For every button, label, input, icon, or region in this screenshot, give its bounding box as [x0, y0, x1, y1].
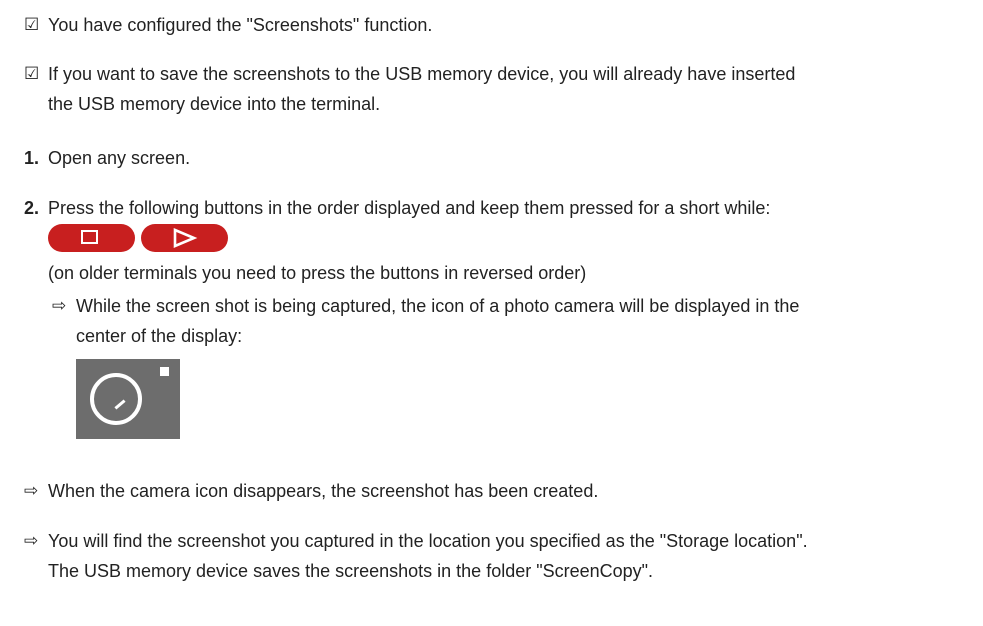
prerequisite-item: ☑ If you want to save the screenshots to… — [24, 59, 795, 119]
camera-flash — [160, 367, 169, 376]
result-item: ⇨ When the camera icon disappears, the s… — [24, 476, 598, 506]
step-item: 1. Open any screen. — [24, 143, 190, 173]
prerequisite-text: You have configured the "Screenshots" fu… — [48, 10, 432, 40]
step-result-line: center of the display: — [76, 326, 243, 346]
result-line: When the camera icon disappears, the scr… — [48, 481, 599, 501]
step-result-text: While the screen shot is being captured,… — [76, 291, 799, 439]
step-text: Open any screen. — [48, 143, 190, 173]
step-number: 2. — [24, 198, 40, 218]
result-line: You will find the screenshot you capture… — [48, 531, 808, 551]
square-icon — [81, 230, 98, 244]
stop-key-icon — [48, 224, 135, 252]
camera-lens — [90, 373, 142, 425]
checkbox-icon: ☑ — [24, 15, 40, 34]
result-text: You will find the screenshot you capture… — [48, 526, 808, 586]
result-item: ⇨ You will find the screenshot you captu… — [24, 526, 808, 586]
play-key-icon — [141, 224, 228, 252]
reverse-order-note: (on older terminals you need to press th… — [48, 263, 587, 283]
prerequisite-item: ☑ You have configured the "Screenshots" … — [24, 10, 432, 40]
camera-icon — [76, 359, 180, 439]
prerequisite-line: If you want to save the screenshots to t… — [48, 64, 796, 84]
prerequisite-text: If you want to save the screenshots to t… — [48, 59, 795, 119]
step-result-line: While the screen shot is being captured,… — [76, 296, 800, 316]
play-triangle-icon — [173, 228, 198, 248]
step-result: ⇨ While the screen shot is being capture… — [52, 291, 799, 439]
checkbox-icon: ☑ — [24, 64, 40, 83]
step-line: Press the following buttons in the order… — [48, 198, 771, 218]
step-number: 1. — [24, 148, 40, 168]
result-arrow-icon: ⇨ — [52, 296, 67, 315]
step-line: Open any screen. — [48, 148, 191, 168]
result-arrow-icon: ⇨ — [24, 531, 39, 550]
button-sequence — [48, 224, 799, 252]
prerequisite-line: the USB memory device into the terminal. — [48, 94, 381, 114]
result-line: The USB memory device saves the screensh… — [48, 561, 654, 581]
step-item: 2. Press the following buttons in the or… — [24, 193, 799, 439]
result-text: When the camera icon disappears, the scr… — [48, 476, 598, 506]
step-body: Press the following buttons in the order… — [48, 193, 799, 439]
prerequisite-line: You have configured the "Screenshots" fu… — [48, 15, 433, 35]
result-arrow-icon: ⇨ — [24, 481, 39, 500]
